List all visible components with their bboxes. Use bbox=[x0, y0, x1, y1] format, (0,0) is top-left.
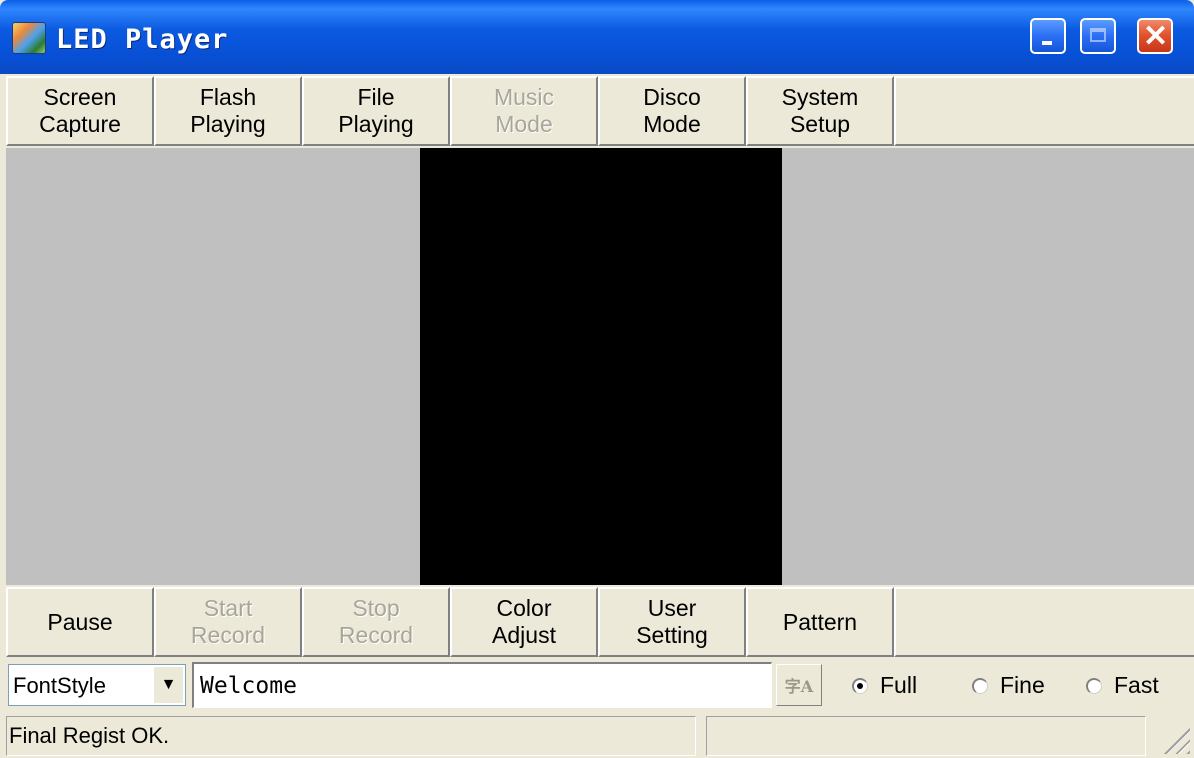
status-message: Final Regist OK. bbox=[6, 716, 696, 756]
chevron-down-icon[interactable]: ▼ bbox=[153, 667, 183, 703]
led-player-window: LED Player ✕ Screen Capture Flash Playin… bbox=[0, 0, 1194, 758]
flash-playing-button[interactable]: Flash Playing bbox=[154, 76, 302, 146]
user-setting-button[interactable]: User Setting bbox=[598, 587, 746, 657]
window-title: LED Player bbox=[56, 24, 229, 55]
close-icon: ✕ bbox=[1143, 20, 1169, 53]
app-icon[interactable] bbox=[12, 22, 46, 54]
font-icon: 字A bbox=[784, 677, 814, 696]
radio-unchecked-icon bbox=[972, 677, 988, 694]
maximize-button[interactable] bbox=[1080, 18, 1116, 54]
font-settings-button[interactable]: 字A bbox=[776, 664, 822, 706]
title-bar[interactable]: LED Player ✕ bbox=[0, 0, 1194, 74]
color-adjust-button[interactable]: Color Adjust bbox=[450, 587, 598, 657]
font-style-select[interactable]: FontStyle ▼ bbox=[8, 664, 186, 706]
radio-label: Fast bbox=[1114, 672, 1159, 698]
radio-checked-icon bbox=[852, 677, 868, 694]
file-playing-button[interactable]: File Playing bbox=[302, 76, 450, 146]
radio-unchecked-icon bbox=[1086, 677, 1102, 694]
toolbar-filler bbox=[894, 587, 1194, 657]
minimize-icon bbox=[1042, 41, 1052, 45]
font-style-value: FontStyle bbox=[13, 673, 106, 698]
message-text-input[interactable] bbox=[192, 662, 772, 708]
speed-radio-fine[interactable]: Fine bbox=[972, 672, 1045, 699]
start-record-button[interactable]: Start Record bbox=[154, 587, 302, 657]
radio-label: Fine bbox=[1000, 672, 1045, 698]
pattern-button[interactable]: Pattern bbox=[746, 587, 894, 657]
minimize-button[interactable] bbox=[1030, 18, 1066, 54]
close-button[interactable]: ✕ bbox=[1137, 18, 1173, 54]
disco-mode-button[interactable]: Disco Mode bbox=[598, 76, 746, 146]
pause-button[interactable]: Pause bbox=[6, 587, 154, 657]
status-bar: Final Regist OK. bbox=[0, 712, 1194, 758]
text-input-row: FontStyle ▼ 字A Full Fine Fast bbox=[6, 660, 1194, 712]
status-secondary-pane bbox=[706, 716, 1146, 756]
stop-record-button[interactable]: Stop Record bbox=[302, 587, 450, 657]
system-setup-button[interactable]: System Setup bbox=[746, 76, 894, 146]
speed-radio-fast[interactable]: Fast bbox=[1086, 672, 1159, 699]
speed-radio-full[interactable]: Full bbox=[852, 672, 917, 699]
toolbar-filler bbox=[894, 76, 1194, 146]
top-toolbar: Screen Capture Flash Playing File Playin… bbox=[6, 74, 1194, 148]
radio-label: Full bbox=[880, 672, 918, 698]
resize-grip-icon[interactable] bbox=[1162, 726, 1190, 754]
music-mode-button[interactable]: Music Mode bbox=[450, 76, 598, 146]
led-preview-screen bbox=[420, 148, 782, 585]
maximize-icon bbox=[1090, 28, 1106, 42]
display-area bbox=[6, 148, 1194, 585]
bottom-toolbar: Pause Start Record Stop Record Color Adj… bbox=[6, 585, 1194, 661]
screen-capture-button[interactable]: Screen Capture bbox=[6, 76, 154, 146]
